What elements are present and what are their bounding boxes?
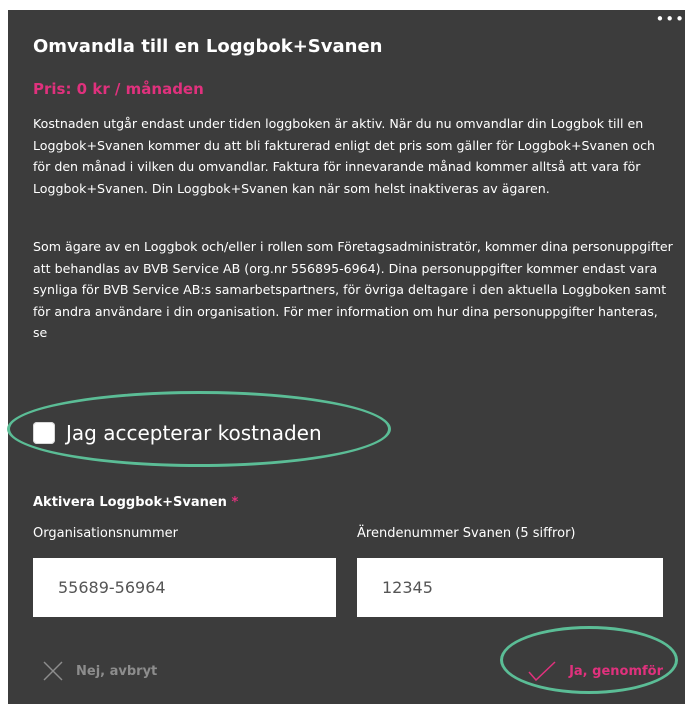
cost-description: Kostnaden utgår endast under tiden loggb… [33,116,656,196]
checkmark-icon [528,661,556,682]
cancel-label[interactable]: Nej, avbryt [76,664,157,679]
confirm-label[interactable]: Ja, genomför [569,664,663,679]
more-options-icon[interactable]: ••• [655,12,685,27]
required-marker: * [231,495,239,510]
convert-dialog: ••• Omvandla till en Loggbok+Svanen Pris… [8,10,685,704]
org-number-label: Organisationsnummer [33,526,178,541]
accept-cost-row[interactable]: Jag accepterar kostnaden [33,415,322,451]
privacy-description: Som ägare av en Loggbok och/eller i roll… [33,239,673,340]
confirm-button[interactable]: Ja, genomför [527,660,663,682]
price-text: Pris: 0 kr / månaden [33,80,204,98]
accept-cost-label[interactable]: Jag accepterar kostnaden [66,421,322,445]
case-number-label: Ärendenummer Svanen (5 siffror) [357,526,576,541]
activate-section-label: Aktivera Loggbok+Svanen * [33,495,238,510]
accept-cost-checkbox[interactable] [33,422,55,444]
activate-label-text: Aktivera Loggbok+Svanen [33,495,227,510]
dialog-title: Omvandla till en Loggbok+Svanen [33,36,383,57]
org-number-input[interactable] [33,558,336,617]
case-number-input[interactable] [357,558,663,617]
close-icon [43,661,63,681]
cancel-button[interactable]: Nej, avbryt [42,660,157,682]
